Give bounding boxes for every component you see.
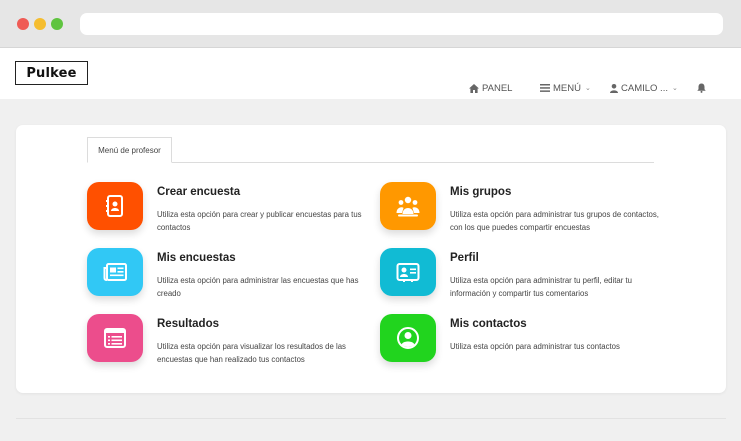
hamburger-icon bbox=[540, 84, 550, 92]
nav-panel-label: PANEL bbox=[482, 82, 513, 94]
tab-label: Menú de profesor bbox=[98, 145, 161, 155]
icon-tile[interactable] bbox=[380, 182, 436, 230]
item-title: Perfil bbox=[450, 252, 479, 264]
nav-menu-dropdown[interactable]: MENÚ ⌄ bbox=[540, 81, 591, 95]
icon-tile[interactable] bbox=[380, 314, 436, 362]
id-card-icon bbox=[396, 263, 420, 282]
newspaper-icon bbox=[103, 263, 127, 281]
icon-tile[interactable] bbox=[87, 182, 143, 230]
address-bar[interactable] bbox=[80, 13, 723, 35]
item-description: Utiliza esta opción para administrar tus… bbox=[450, 210, 659, 232]
chevron-down-icon: ⌄ bbox=[584, 85, 591, 92]
item-title: Mis contactos bbox=[450, 318, 527, 330]
contact-book-icon bbox=[106, 195, 123, 217]
menu-item-mis-grupos[interactable]: Mis grupos Utiliza esta opción para admi… bbox=[380, 182, 670, 240]
nav-menu-label: MENÚ bbox=[553, 82, 581, 94]
menu-item-resultados[interactable]: Resultados Utiliza esta opción para visu… bbox=[87, 314, 377, 372]
nav-user-label: CAMILO ... bbox=[621, 82, 668, 94]
menu-item-perfil[interactable]: Perfil Utiliza esta opción para administ… bbox=[380, 248, 670, 306]
item-title: Crear encuesta bbox=[157, 186, 241, 198]
item-title: Mis encuestas bbox=[157, 252, 236, 264]
icon-tile[interactable] bbox=[87, 314, 143, 362]
app-header: Pulkee PANEL MENÚ ⌄ CAMILO ... ⌄ bbox=[0, 48, 741, 99]
maximize-window-button[interactable] bbox=[51, 18, 63, 30]
bell-icon bbox=[697, 83, 706, 93]
user-icon bbox=[610, 83, 618, 93]
item-description: Utiliza esta opción para administrar tus… bbox=[450, 342, 620, 351]
item-title: Resultados bbox=[157, 318, 219, 330]
menu-item-crear-encuesta[interactable]: Crear encuesta Utiliza esta opción para … bbox=[87, 182, 377, 240]
browser-titlebar bbox=[0, 0, 741, 48]
nav-panel-link[interactable]: PANEL bbox=[469, 81, 512, 95]
item-title: Mis grupos bbox=[450, 186, 512, 198]
notifications-button[interactable] bbox=[697, 81, 706, 95]
chevron-down-icon: ⌄ bbox=[671, 85, 678, 92]
item-description: Utiliza esta opción para crear y publica… bbox=[157, 210, 362, 232]
item-description: Utiliza esta opción para administrar las… bbox=[157, 276, 359, 298]
users-group-icon bbox=[396, 196, 420, 217]
menu-item-mis-encuestas[interactable]: Mis encuestas Utiliza esta opción para a… bbox=[87, 248, 377, 306]
nav-user-dropdown[interactable]: CAMILO ... ⌄ bbox=[610, 81, 678, 95]
icon-tile[interactable] bbox=[380, 248, 436, 296]
footer-divider bbox=[16, 418, 726, 419]
item-description: Utiliza esta opción para administrar tu … bbox=[450, 276, 633, 298]
close-window-button[interactable] bbox=[17, 18, 29, 30]
logo-text: Pulkee bbox=[26, 65, 77, 81]
tab-divider bbox=[87, 162, 654, 163]
user-circle-icon bbox=[397, 327, 419, 349]
list-window-icon bbox=[104, 328, 126, 348]
item-description: Utiliza esta opción para visualizar los … bbox=[157, 342, 346, 364]
tab-menu-profesor[interactable]: Menú de profesor bbox=[87, 137, 172, 163]
home-icon bbox=[469, 83, 479, 93]
logo[interactable]: Pulkee bbox=[15, 61, 88, 85]
menu-item-mis-contactos[interactable]: Mis contactos Utiliza esta opción para a… bbox=[380, 314, 670, 372]
icon-tile[interactable] bbox=[87, 248, 143, 296]
minimize-window-button[interactable] bbox=[34, 18, 46, 30]
